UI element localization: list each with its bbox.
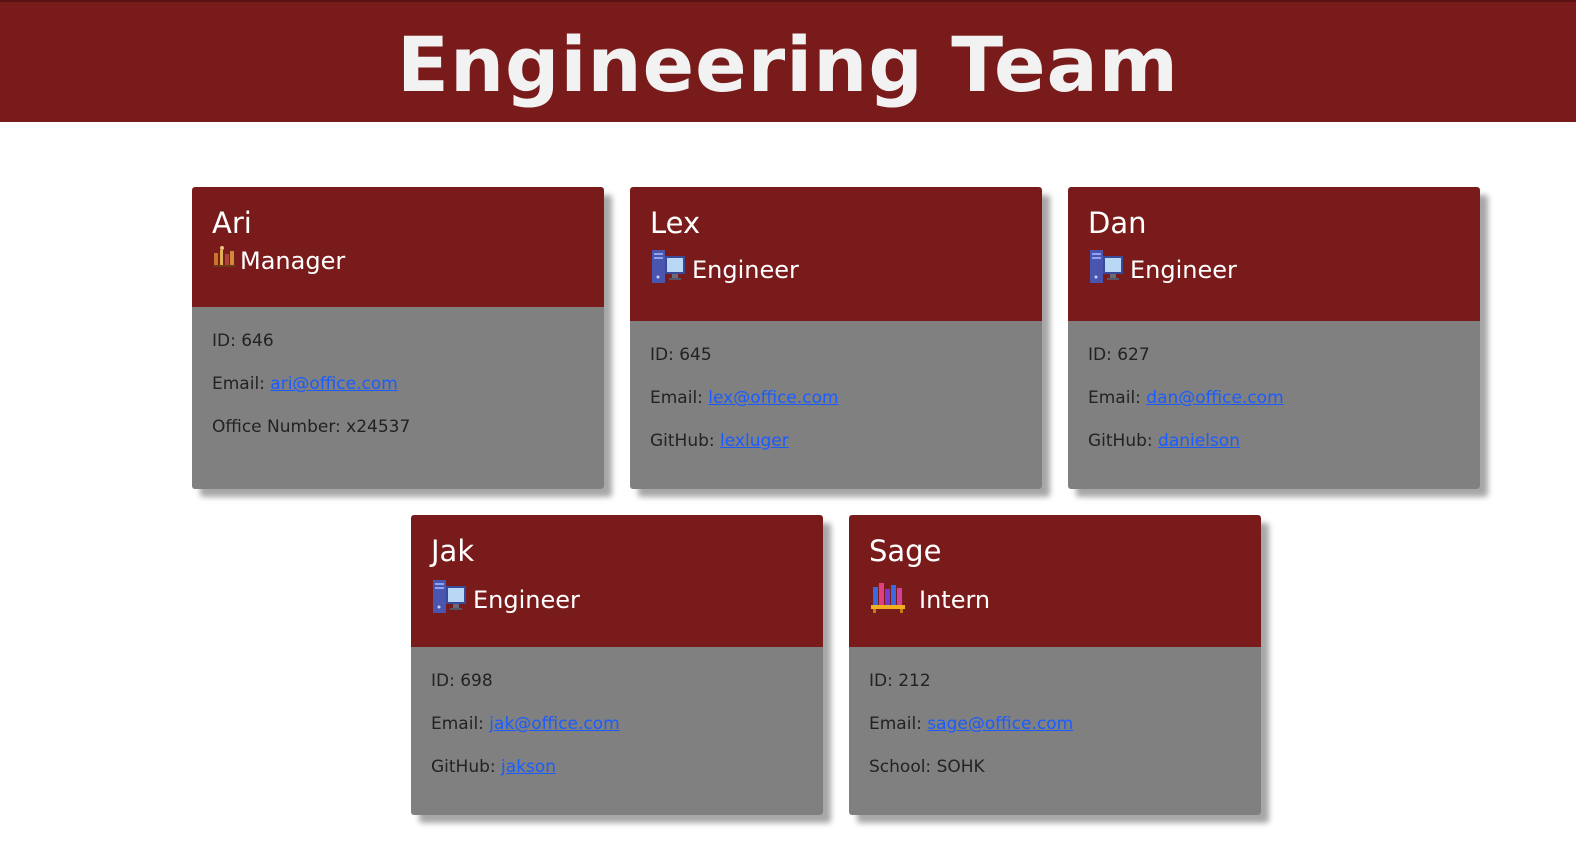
school: School: SOHK [869,757,985,777]
employee-card: Jak Engineer ID: 698 Email: jak@office.c… [411,515,823,815]
employee-role: Manager [212,245,584,276]
employee-card: Dan Engineer ID: 627 Email: dan@office.c… [1068,187,1480,489]
card-body: ID: 698 Email: jak@office.com GitHub: ja… [411,647,823,815]
card-header: Jak Engineer [411,515,823,647]
employee-role-label: Engineer [473,585,580,614]
computer-icon [650,247,688,292]
employee-email-row: Email: dan@office.com [1088,386,1460,410]
email-label: Email: [212,374,271,394]
card-body: ID: 645 Email: lex@office.com GitHub: le… [630,321,1042,489]
employee-name: Jak [431,534,475,568]
card-header: Lex Engineer [630,187,1042,321]
employee-name: Lex [650,206,701,240]
email-label: Email: [650,388,709,408]
employee-id: ID: 698 [431,671,493,691]
employee-role-label: Engineer [1130,255,1237,284]
github-row: GitHub: danielson [1088,429,1460,453]
card-header: Dan Engineer [1068,187,1480,321]
employee-name: Sage [869,534,942,568]
github-label: GitHub: [1088,431,1159,451]
employee-id: ID: 646 [212,331,274,351]
card-header: Sage Intern [849,515,1261,647]
github-link[interactable]: lexluger [720,431,789,451]
employee-role: Engineer [650,247,1022,292]
employee-role: Engineer [431,577,803,622]
employee-role-label: Engineer [692,255,799,284]
email-label: Email: [431,714,490,734]
page-title: Engineering Team [397,20,1179,109]
github-row: GitHub: jakson [431,755,803,779]
email-label: Email: [869,714,928,734]
books-icon [869,577,907,622]
employee-id: ID: 627 [1088,345,1150,365]
github-link[interactable]: danielson [1158,431,1240,451]
employee-card: Ari Manager ID: 646 Email: ari@office.co… [192,187,604,489]
employee-email-row: Email: lex@office.com [650,386,1022,410]
computer-icon [431,577,469,622]
employee-card: Lex Engineer ID: 645 Email: lex@office.c… [630,187,1042,489]
email-link[interactable]: ari@office.com [270,374,397,394]
employee-id: ID: 645 [650,345,712,365]
employee-role: Intern [869,577,1241,622]
employee-role-label: Intern [919,585,991,614]
page-header: Engineering Team [0,0,1576,122]
card-body: ID: 646 Email: ari@office.com Office Num… [192,307,604,489]
card-header: Ari Manager [192,187,604,307]
computer-icon [1088,247,1126,292]
email-link[interactable]: sage@office.com [927,714,1073,734]
employee-email-row: Email: jak@office.com [431,712,803,736]
github-label: GitHub: [431,757,502,777]
manager-icon [212,245,236,276]
email-link[interactable]: dan@office.com [1146,388,1283,408]
card-body: ID: 627 Email: dan@office.com GitHub: da… [1068,321,1480,489]
employee-email-row: Email: ari@office.com [212,372,584,396]
employee-name: Ari [212,206,252,240]
employee-id: ID: 212 [869,671,931,691]
office-number: Office Number: x24537 [212,417,411,437]
github-row: GitHub: lexluger [650,429,1022,453]
employee-card: Sage Intern ID: 212 Email: sage@office.c… [849,515,1261,815]
email-link[interactable]: jak@office.com [489,714,619,734]
github-link[interactable]: jakson [501,757,556,777]
employee-email-row: Email: sage@office.com [869,712,1241,736]
employee-role-label: Manager [240,246,346,275]
email-label: Email: [1088,388,1147,408]
card-body: ID: 212 Email: sage@office.com School: S… [849,647,1261,815]
employee-role: Engineer [1088,247,1460,292]
employee-name: Dan [1088,206,1147,240]
email-link[interactable]: lex@office.com [708,388,838,408]
github-label: GitHub: [650,431,721,451]
